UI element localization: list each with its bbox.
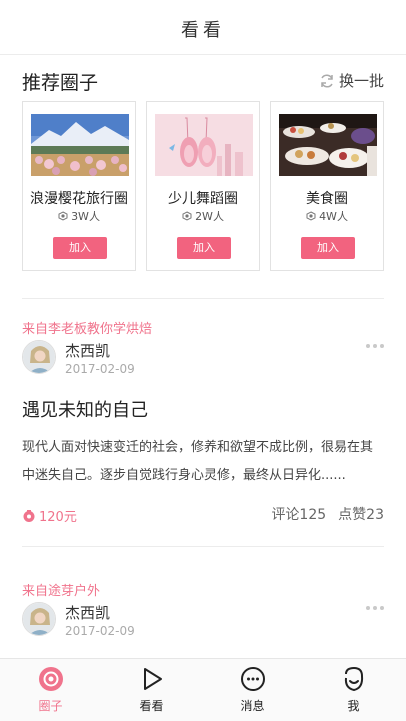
refresh-button[interactable]: 换一批 — [319, 70, 384, 91]
circle-members: 4W人 — [271, 208, 383, 224]
section-divider — [22, 546, 384, 547]
message-icon — [240, 667, 265, 691]
members-count: 3W人 — [71, 210, 100, 223]
play-icon — [143, 668, 162, 690]
post-date: 2017-02-09 — [65, 362, 135, 376]
post-card[interactable]: 来自途芽户外 杰西凯 2017-02-09 — [22, 580, 384, 658]
top-bar: 看看 — [0, 0, 406, 55]
post-excerpt[interactable]: 现代人面对快速变迁的社会，修养和欲望不成比例，很易在其中迷失自己。逐步自觉践行身… — [22, 434, 384, 490]
circle-card[interactable]: 美食圈 4W人 加入 — [270, 101, 384, 271]
comment-count[interactable]: 评论125 — [271, 504, 326, 524]
post-title[interactable]: 遇见未知的自己 — [22, 396, 148, 422]
ballet-shoes-photo — [155, 114, 253, 176]
recommended-circles: 浪漫樱花旅行圈 3W人 加入 少儿舞蹈圈 2W人 加入 美食圈 4W人 加入 — [22, 101, 384, 271]
circle-card[interactable]: 浪漫樱花旅行圈 3W人 加入 — [22, 101, 136, 271]
post-date: 2017-02-09 — [65, 624, 135, 638]
post-price: 120元 — [22, 506, 77, 525]
tab-me[interactable]: 我 — [303, 659, 404, 721]
tab-label: 圈子 — [38, 699, 63, 713]
group-icon — [58, 211, 68, 221]
dessert-table-photo — [279, 114, 377, 176]
group-icon — [306, 211, 316, 221]
price-value: 120元 — [39, 510, 77, 525]
recommended-header: 推荐圈子 换一批 — [22, 68, 384, 94]
like-count[interactable]: 点赞23 — [338, 504, 384, 524]
circle-members: 3W人 — [23, 208, 135, 224]
post-source[interactable]: 来自途芽户外 — [22, 580, 100, 599]
tab-watch[interactable]: 看看 — [101, 659, 202, 721]
price-tag-icon — [23, 509, 35, 522]
circle-name: 美食圈 — [306, 191, 348, 207]
section-divider — [22, 298, 384, 299]
members-count: 4W人 — [319, 210, 348, 223]
more-options-icon[interactable] — [366, 344, 384, 348]
group-icon — [182, 211, 192, 221]
join-button[interactable]: 加入 — [301, 237, 355, 259]
post-author[interactable]: 杰西凯 — [65, 340, 110, 361]
post-card[interactable]: 来自李老板教你学烘焙 杰西凯 2017-02-09 遇见未知的自己 现代人面对快… — [22, 318, 384, 538]
tab-circle[interactable]: 圈子 — [0, 659, 101, 721]
mountain-blossom-photo — [31, 114, 129, 176]
join-button[interactable]: 加入 — [53, 237, 107, 259]
circle-card[interactable]: 少儿舞蹈圈 2W人 加入 — [146, 101, 260, 271]
refresh-label: 换一批 — [338, 72, 384, 90]
post-stats: 评论125 点赞23 — [271, 504, 384, 524]
recommended-title: 推荐圈子 — [22, 72, 99, 94]
members-count: 2W人 — [195, 210, 224, 223]
profile-icon — [344, 666, 363, 692]
avatar[interactable] — [22, 602, 56, 636]
tab-label: 我 — [347, 699, 360, 713]
bottom-tab-bar: 圈子 看看 消息 我 — [0, 658, 406, 721]
post-source[interactable]: 来自李老板教你学烘焙 — [22, 318, 152, 337]
avatar[interactable] — [22, 340, 56, 374]
tab-label: 看看 — [139, 699, 164, 713]
post-author[interactable]: 杰西凯 — [65, 602, 110, 623]
circle-name: 浪漫樱花旅行圈 — [30, 191, 128, 207]
circle-members: 2W人 — [147, 208, 259, 224]
page-title: 看看 — [181, 20, 225, 41]
join-button[interactable]: 加入 — [177, 237, 231, 259]
more-options-icon[interactable] — [366, 606, 384, 610]
circle-icon — [38, 667, 63, 691]
tab-messages[interactable]: 消息 — [202, 659, 303, 721]
tab-label: 消息 — [240, 699, 265, 713]
refresh-icon — [321, 73, 333, 88]
circle-name: 少儿舞蹈圈 — [168, 191, 238, 207]
